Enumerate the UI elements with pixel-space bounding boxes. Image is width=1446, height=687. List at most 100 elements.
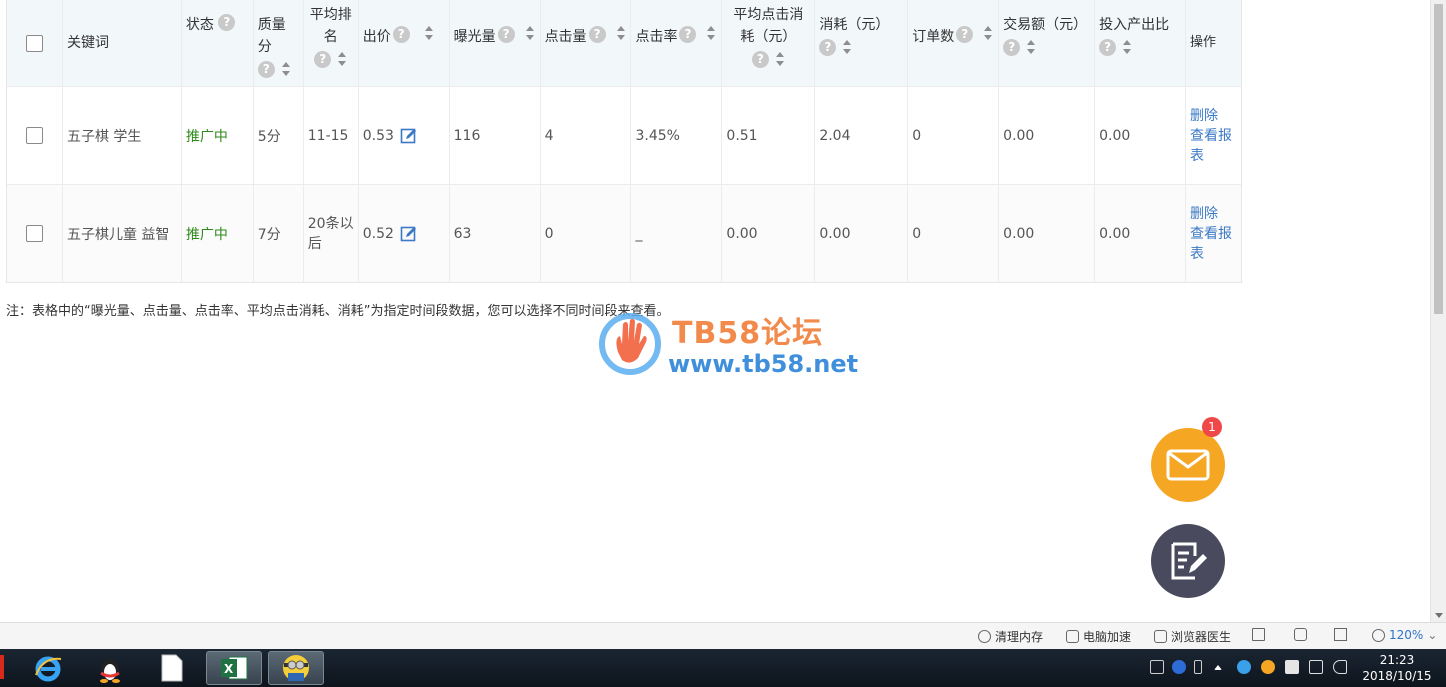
edit-bid-icon[interactable]: [400, 225, 418, 243]
table-row: 五子棋 学生 推广中 5分 11-15 0.53 116 4 3.45% 0.5…: [7, 86, 1241, 184]
header-gmv: 交易额（元）?: [999, 0, 1096, 86]
help-tray-icon[interactable]: [1172, 660, 1186, 674]
help-icon[interactable]: ?: [819, 38, 837, 56]
view-report-link[interactable]: 查看报表: [1190, 126, 1237, 166]
help-icon[interactable]: ?: [257, 60, 275, 78]
ctr-cell: 3.45%: [631, 87, 723, 184]
mail-icon: [1166, 449, 1210, 481]
scroll-down-arrow-icon[interactable]: [1435, 613, 1443, 618]
network-icon[interactable]: [1309, 660, 1323, 674]
taskbar-browser-button[interactable]: [268, 651, 324, 685]
window-button[interactable]: [1334, 628, 1347, 641]
header-status: 状态 ?: [182, 0, 254, 86]
browser-tray-icon[interactable]: [1237, 660, 1251, 674]
sound-button[interactable]: [1294, 628, 1307, 641]
taskbar-excel-button[interactable]: X: [206, 651, 262, 685]
qq-tray-icon[interactable]: [1261, 660, 1275, 674]
taskbar-ie-button[interactable]: [20, 651, 76, 685]
sort-icon[interactable]: [842, 40, 852, 54]
help-icon[interactable]: ?: [392, 26, 410, 43]
delete-link[interactable]: 删除: [1190, 106, 1218, 126]
input-method-icon[interactable]: [1194, 660, 1202, 674]
taskbar-edge-icon: [0, 655, 4, 679]
select-all-checkbox[interactable]: [25, 34, 43, 52]
sort-icon[interactable]: [1122, 40, 1132, 54]
vertical-scrollbar[interactable]: [1430, 0, 1446, 622]
message-count-badge: 1: [1202, 417, 1222, 437]
avg-rank-cell: 20条以后: [304, 185, 359, 282]
svg-text:X: X: [224, 662, 234, 676]
keyword-cell: 五子棋儿童 益智: [63, 185, 182, 282]
table-row: 五子棋儿童 益智 推广中 7分 20条以后 0.52 63 0 _ 0.00 0…: [7, 184, 1241, 282]
view-report-link[interactable]: 查看报表: [1190, 224, 1237, 264]
status-cell: 推广中: [182, 87, 254, 184]
scrollbar-thumb[interactable]: [1434, 4, 1443, 314]
header-avg-rank: 平均排名?: [304, 0, 359, 86]
edit-bid-icon[interactable]: [400, 127, 418, 145]
roi-cell: 0.00: [1095, 185, 1187, 282]
delete-link[interactable]: 删除: [1190, 204, 1218, 224]
minion-browser-icon: [283, 655, 309, 681]
bid-cell: 0.52: [359, 185, 450, 282]
taskbar-qq-button[interactable]: [82, 651, 138, 685]
sort-icon[interactable]: [1026, 40, 1036, 54]
help-icon[interactable]: ?: [1003, 38, 1021, 56]
header-select-all[interactable]: [7, 0, 63, 86]
watermark-url: www.tb58.net: [668, 350, 859, 378]
avg-cpc-cell: 0.51: [722, 87, 816, 184]
memory-icon: [978, 630, 991, 643]
sort-icon[interactable]: [706, 26, 716, 40]
sort-icon[interactable]: [775, 52, 785, 66]
row-select[interactable]: [7, 87, 63, 184]
help-icon[interactable]: ?: [218, 14, 236, 31]
help-icon[interactable]: ?: [314, 50, 332, 68]
sort-icon[interactable]: [281, 62, 291, 76]
roi-cell: 0.00: [1095, 87, 1187, 184]
message-button[interactable]: [1151, 428, 1225, 502]
cost-cell: 2.04: [815, 87, 909, 184]
zoom-control[interactable]: 120% ⌄: [1372, 628, 1437, 642]
sort-icon[interactable]: [525, 26, 535, 40]
help-icon[interactable]: ?: [588, 26, 606, 43]
keyword-cell: 五子棋 学生: [63, 87, 182, 184]
keyword-table: 关键词 状态 ? 质量分? 平均排名? 出价? 曝光量? 点击量? 点击率? 平…: [6, 0, 1242, 283]
taskbar-clock[interactable]: 21:23 2018/10/15: [1360, 652, 1434, 684]
header-impressions: 曝光量?: [450, 0, 541, 86]
help-icon[interactable]: ?: [1099, 38, 1117, 56]
orders-cell: 0: [908, 87, 1000, 184]
pc-speed-button[interactable]: 电脑加速: [1066, 628, 1131, 645]
row-select[interactable]: [7, 185, 63, 282]
header-bid: 出价?: [359, 0, 450, 86]
taskbar-notepad-button[interactable]: [144, 651, 200, 685]
header-quality: 质量分?: [254, 0, 304, 86]
cost-cell: 0.00: [815, 185, 909, 282]
volume-icon[interactable]: [1333, 660, 1347, 674]
os-taskbar: X 21:23 2018/10/15: [0, 649, 1446, 687]
help-icon[interactable]: ?: [956, 26, 974, 43]
sort-icon[interactable]: [424, 26, 434, 40]
help-icon[interactable]: ?: [751, 50, 769, 68]
network-flag-icon[interactable]: [1285, 660, 1299, 674]
help-icon[interactable]: ?: [679, 26, 697, 43]
browser-doctor-button[interactable]: 浏览器医生: [1154, 628, 1231, 645]
clear-memory-button[interactable]: 清理内存: [978, 628, 1043, 645]
orders-cell: 0: [908, 185, 1000, 282]
sort-icon[interactable]: [616, 26, 626, 40]
excel-icon: X: [221, 656, 248, 680]
status-flag-button[interactable]: [1252, 628, 1265, 641]
table-header: 关键词 状态 ? 质量分? 平均排名? 出价? 曝光量? 点击量? 点击率? 平…: [7, 0, 1241, 86]
watermark: TB58论坛 www.tb58.net: [596, 306, 859, 378]
sort-icon[interactable]: [983, 26, 993, 40]
gmv-cell: 0.00: [999, 185, 1096, 282]
keyboard-icon[interactable]: [1150, 660, 1164, 674]
sort-icon[interactable]: [337, 52, 347, 66]
row-checkbox[interactable]: [25, 225, 43, 242]
help-icon[interactable]: ?: [497, 26, 515, 43]
row-checkbox[interactable]: [25, 127, 43, 144]
header-keyword: 关键词: [63, 0, 182, 86]
tray-expand-icon[interactable]: [1214, 665, 1222, 670]
feedback-button[interactable]: [1151, 524, 1225, 598]
flag-icon: [1252, 628, 1265, 641]
chevron-down-icon: ⌄: [1427, 628, 1438, 642]
header-ctr: 点击率?: [631, 0, 723, 86]
